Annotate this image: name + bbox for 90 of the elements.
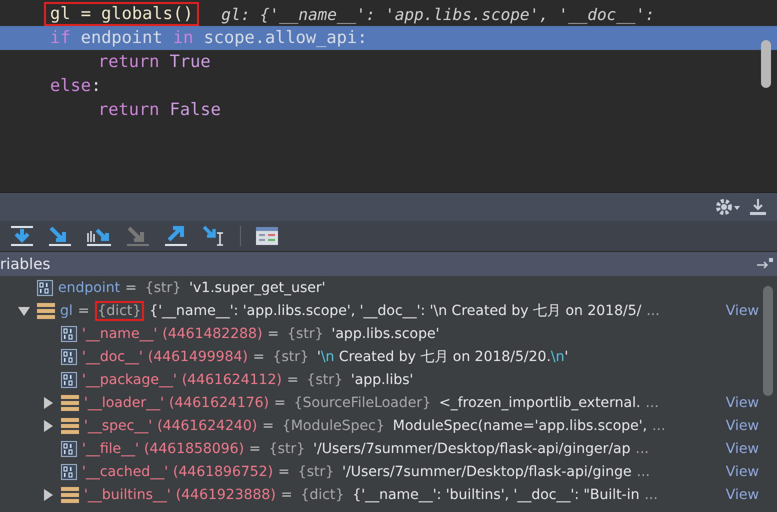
variable-value: {'__name__': 'builtins', '__doc__': "Built-in <box>352 486 640 502</box>
code-line: if endpoint in scope.allow_api: <box>49 27 368 50</box>
equals-sign: = <box>125 280 137 296</box>
equals-sign: = <box>249 440 261 456</box>
view-link[interactable]: View <box>726 394 777 410</box>
inline-value-hint: gl: {'__name__': 'app.libs.scope', '__doc__': <box>221 4 655 24</box>
step-out-icon[interactable] <box>164 225 188 247</box>
ellipsis: ... <box>652 418 666 434</box>
string-type-icon <box>61 348 77 364</box>
object-id: (4461624112) <box>182 372 282 388</box>
type-label: {str} <box>296 462 336 482</box>
string-type-icon <box>61 326 77 342</box>
code-line: return False <box>97 99 222 122</box>
stacked-bars-icon <box>61 394 79 410</box>
scrollbar[interactable] <box>761 40 771 88</box>
run-to-cursor-icon[interactable] <box>202 225 226 247</box>
variable-name: '__spec__' <box>84 418 152 434</box>
settings-icon[interactable] <box>715 198 741 216</box>
variable-value: 'app.libs' <box>350 372 414 388</box>
variable-name: '__file__' <box>82 440 140 456</box>
ellipsis: ... <box>644 486 658 502</box>
view-link[interactable]: View <box>726 486 777 502</box>
object-id: (4461858096) <box>144 440 244 456</box>
variable-name: '__loader__' <box>84 394 164 410</box>
equals-sign: = <box>280 486 293 502</box>
ellipsis: ... <box>646 302 660 318</box>
variable-value: <_frozen_importlib_external. <box>439 394 640 410</box>
equals-sign: = <box>252 348 265 364</box>
scrollbar[interactable] <box>763 286 773 396</box>
variable-name: endpoint <box>58 280 120 296</box>
type-label: {ModuleSpec} <box>280 416 386 436</box>
variable-name: '__cached__' <box>82 464 168 480</box>
expand-arrow-icon[interactable] <box>42 488 54 500</box>
step-over-icon[interactable] <box>10 225 34 247</box>
string-type-icon <box>37 280 53 296</box>
variable-value: {'__name__': 'app.libs.scope', '__doc__': '\n Created by 七月 on 2018/5/ <box>149 302 642 320</box>
equals-sign: = <box>267 326 280 342</box>
panel-title: riables <box>0 255 50 273</box>
variable-name: gl <box>60 302 73 318</box>
ellipsis: ... <box>636 440 649 456</box>
equals-sign: = <box>262 418 274 434</box>
variable-value: '/Users/7summer/Desktop/flask-api/ginger/ap <box>313 440 631 456</box>
variable-name: '__name__' <box>82 326 158 342</box>
pin-arrow-icon[interactable] <box>757 258 773 270</box>
expand-arrow-icon[interactable] <box>42 396 54 408</box>
type-label: {SourceFileLoader} <box>292 394 432 412</box>
expand-arrow-icon[interactable] <box>42 420 54 432</box>
variable-name: '__doc__' <box>82 348 143 364</box>
view-link[interactable]: View <box>726 418 777 434</box>
view-link[interactable]: View <box>726 302 777 318</box>
type-label: {str} <box>286 324 324 344</box>
equals-sign: = <box>278 464 290 480</box>
object-id: (4461923888) <box>176 486 276 502</box>
string-type-icon <box>61 440 77 456</box>
object-id: (4461624176) <box>169 394 269 410</box>
equals-sign: = <box>286 372 299 388</box>
equals-sign: = <box>274 394 286 410</box>
stacked-bars-icon <box>61 486 79 502</box>
type-label: {str} <box>272 348 310 366</box>
code-line: else: <box>49 75 102 98</box>
type-label: {str} <box>306 370 344 390</box>
object-id: (4461624240) <box>157 418 258 434</box>
variable-value: ModuleSpec(name='app.libs.scope', <box>392 418 648 434</box>
stacked-bars-icon <box>61 418 79 434</box>
view-link[interactable]: View <box>726 464 777 480</box>
variable-value: 'app.libs.scope' <box>332 326 440 342</box>
object-id: (4461896752) <box>173 464 274 480</box>
step-into-icon[interactable] <box>48 225 72 247</box>
table-icon[interactable] <box>255 225 279 247</box>
stacked-bars-icon <box>37 302 55 318</box>
variable-name: '__package__' <box>82 372 177 388</box>
ellipsis: ... <box>645 394 659 410</box>
collapse-arrow-icon[interactable] <box>18 304 30 316</box>
type-label: {str} <box>268 440 306 458</box>
variable-value: 'v1.super_get_user' <box>189 280 326 296</box>
object-id: (4461482288) <box>162 326 262 342</box>
string-type-icon <box>61 464 77 480</box>
variable-value: '/Users/7summer/Desktop/flask-api/ginge <box>342 464 632 480</box>
string-type-icon <box>61 372 77 388</box>
type-label: {dict} <box>94 300 144 320</box>
code-line: return True <box>97 51 212 74</box>
type-label: {dict} <box>300 486 346 504</box>
download-icon[interactable] <box>749 198 767 216</box>
variable-value: '\n Created by 七月 on 2018/5/20.\n' <box>316 348 568 366</box>
ellipsis: ... <box>636 464 650 480</box>
equals-sign: = <box>78 302 90 318</box>
view-link[interactable]: View <box>726 440 777 456</box>
type-label: {str} <box>144 278 182 298</box>
object-id: (4461499984) <box>148 348 248 364</box>
variable-name: '__builtins__' <box>84 486 171 502</box>
